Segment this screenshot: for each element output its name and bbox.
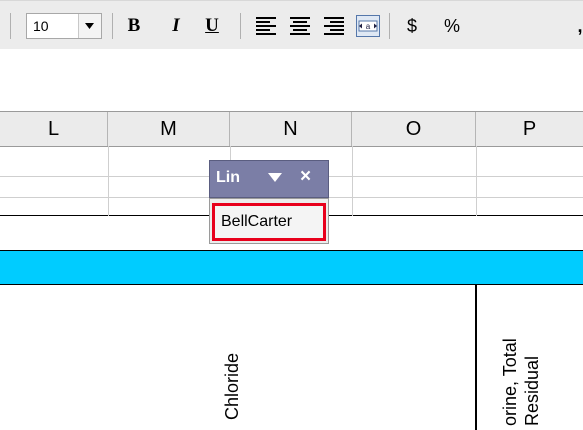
close-icon[interactable]: × xyxy=(300,167,311,187)
svg-text:a: a xyxy=(366,22,371,31)
column-header-row: L M N O P xyxy=(0,111,583,147)
list-panel-body: BellCarter xyxy=(209,198,329,244)
currency-button[interactable]: $ xyxy=(400,12,424,40)
header-cell-residual[interactable]: Residual xyxy=(522,356,543,426)
column-header-o[interactable]: O xyxy=(352,112,476,146)
grid-line xyxy=(108,146,109,216)
toolbar-separator xyxy=(10,13,11,39)
grid-line xyxy=(476,146,477,216)
merge-and-center-icon[interactable]: a xyxy=(356,15,380,37)
header-cell-chlorine-total[interactable]: orine, Total xyxy=(500,338,521,426)
toolbar-separator xyxy=(112,13,113,39)
header-cell-chloride[interactable]: Chloride xyxy=(222,353,243,420)
list-item-label: BellCarter xyxy=(221,213,293,230)
chevron-down-icon[interactable] xyxy=(268,173,282,182)
align-right-icon[interactable] xyxy=(324,17,344,35)
spreadsheet-window: 10 B I U a $ % , L M N O P Chloride orin… xyxy=(0,0,583,430)
list-item-selected[interactable]: BellCarter xyxy=(212,203,326,241)
toolbar-separator xyxy=(389,13,390,39)
column-header-m[interactable]: M xyxy=(108,112,230,146)
font-size-dropdown-button[interactable] xyxy=(78,14,101,38)
comma-style-button[interactable]: , xyxy=(568,12,583,40)
column-header-l[interactable]: L xyxy=(0,112,108,146)
align-center-icon[interactable] xyxy=(290,17,310,35)
column-header-n[interactable]: N xyxy=(230,112,352,146)
highlighted-row[interactable] xyxy=(0,250,583,285)
percent-button[interactable]: % xyxy=(440,12,464,40)
grid-line xyxy=(475,284,477,430)
list-panel-title: Lin xyxy=(216,169,240,186)
list-panel-titlebar[interactable]: Lin × xyxy=(209,160,329,198)
font-size-value: 10 xyxy=(33,18,49,34)
italic-button[interactable]: I xyxy=(164,12,188,40)
formatting-toolbar: 10 B I U a $ % , xyxy=(0,0,583,50)
chevron-down-icon xyxy=(85,23,94,29)
column-header-p[interactable]: P xyxy=(476,112,583,146)
toolbar-separator xyxy=(240,13,241,39)
font-size-select[interactable]: 10 xyxy=(26,13,102,39)
grid-line xyxy=(352,146,353,216)
formula-bar-area xyxy=(0,49,583,110)
bold-button[interactable]: B xyxy=(122,12,146,40)
underline-button[interactable]: U xyxy=(200,12,224,40)
align-left-icon[interactable] xyxy=(256,17,276,35)
